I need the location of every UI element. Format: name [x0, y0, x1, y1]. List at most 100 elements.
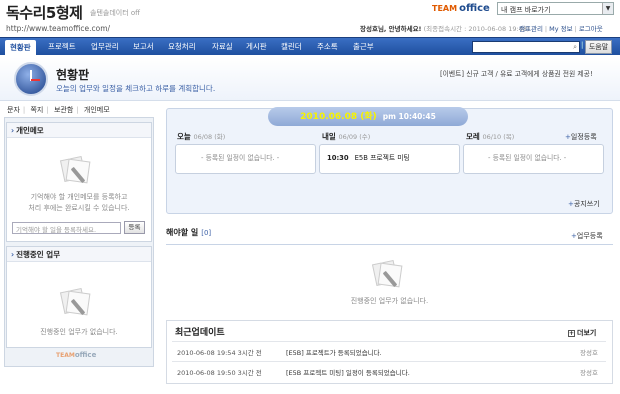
- main-nav: 현황판 프로젝트 업무관리 보고서 요청처리 자료실 게시판 캘린더 주소록 출…: [0, 37, 620, 56]
- camp-goto-value: 내 캠프 바로가기: [501, 6, 551, 14]
- divider: |: [22, 106, 26, 114]
- current-datetime: 2010.06.08 (화) pm 10:40:45: [268, 107, 468, 126]
- search-icon[interactable]: ⌕: [573, 43, 577, 52]
- divider: [172, 341, 606, 342]
- todo-title: 해야할 일: [166, 228, 199, 237]
- footer-logo: TEAMoffice: [56, 351, 96, 359]
- tab-sms[interactable]: 문자: [4, 106, 23, 114]
- memo-empty-text-2: 처리 후에는 완료시킬 수 있습니다.: [28, 204, 130, 212]
- divider: [172, 361, 606, 362]
- my-info-link[interactable]: My 정보: [549, 25, 572, 33]
- footer-logo-mark: TEAM: [56, 352, 75, 359]
- day-header-tomorrow: 내일 06/09 (수): [322, 131, 370, 142]
- camp-goto-select[interactable]: 내 캠프 바로가기 ▼: [497, 2, 614, 15]
- user-greeting: 장성호님, 안녕하세요!: [360, 25, 422, 33]
- update-datetime: 2010-06-08 19:54 3시간 전: [177, 349, 262, 357]
- logo-text: office: [459, 3, 490, 14]
- nav-item-project[interactable]: 프로젝트: [48, 38, 76, 56]
- memo-panel-header: › 개인메모: [7, 123, 151, 138]
- more-button[interactable]: + 더보기: [568, 328, 596, 338]
- day-label: 모레: [466, 132, 480, 141]
- tomorrow-event[interactable]: 10:30 E5B 프로젝트 미팅: [327, 152, 410, 162]
- day-date: 06/09 (수): [338, 133, 371, 141]
- nav-item-board[interactable]: 게시판: [246, 38, 267, 56]
- nav-item-report[interactable]: 보고서: [133, 38, 154, 56]
- day-label: 내일: [322, 132, 336, 141]
- clock-minute-hand: [31, 79, 40, 81]
- top-links: 캠프관리 | My 정보 | 로그아웃: [519, 23, 603, 33]
- todo-header: 해야할 일 [0]: [166, 227, 211, 238]
- divider: |: [574, 25, 577, 33]
- memo-empty-text-1: 기억해야 할 개인메모를 등록하고: [30, 193, 128, 201]
- work-empty-text: 진행중인 업무가 없습니다.: [40, 328, 118, 336]
- divider: |: [76, 106, 79, 114]
- plus-icon: +: [568, 330, 575, 337]
- update-datetime: 2010-06-08 19:50 3시간 전: [177, 369, 262, 377]
- page-title-bar: [0, 57, 620, 101]
- top-header: 독수리5형제 솔텐솔데이터 off http://www.teamoffice.…: [0, 0, 620, 36]
- camp-manage-link[interactable]: 캠프관리: [519, 25, 543, 33]
- empty-memo-icon: [59, 155, 92, 184]
- camp-name[interactable]: 독수리5형제: [6, 2, 83, 23]
- more-label: 더보기: [577, 329, 597, 337]
- nav-item-calendar[interactable]: 캘린더: [281, 38, 302, 56]
- memo-panel-title: 개인메모: [16, 126, 44, 135]
- add-schedule-label: 일정등록: [570, 133, 597, 141]
- todo-count: [0]: [201, 229, 212, 237]
- nav-item-request[interactable]: 요청처리: [168, 38, 196, 56]
- after-tomorrow-empty-text: - 등록된 일정이 없습니다. -: [488, 154, 567, 162]
- day-header-after-tomorrow: 모레 06/10 (목): [466, 131, 514, 142]
- update-message[interactable]: [E5B] 프로젝트가 등록되었습니다.: [286, 347, 382, 357]
- empty-todo-icon: [371, 259, 404, 288]
- day-date: 06/08 (화): [193, 133, 226, 141]
- left-tabs: 문자 | 쪽지 | 보관함 | 개인메모: [4, 103, 154, 118]
- teamoffice-logo[interactable]: TEAM office: [432, 3, 490, 14]
- work-panel-header: › 진행중인 업무: [7, 247, 151, 262]
- logo-mark: TEAM: [432, 4, 458, 13]
- event-title: E5B 프로젝트 미팅: [354, 154, 410, 162]
- page-title: 현황판: [56, 68, 90, 82]
- camp-sub-label: 솔텐솔데이터 off: [90, 9, 140, 17]
- add-schedule-link[interactable]: +일정등록: [565, 132, 597, 142]
- current-date: 2010.06.08 (화): [300, 112, 377, 122]
- recent-updates-title: 최근업데이트: [175, 328, 225, 338]
- tab-note[interactable]: 쪽지: [27, 106, 46, 114]
- nav-item-attendance[interactable]: 출근부: [353, 38, 374, 56]
- tab-archive[interactable]: 보관함: [51, 106, 76, 114]
- update-message[interactable]: [E5B 프로젝트 미팅] 일정이 등록되었습니다.: [286, 367, 410, 377]
- chevron-right-icon: ›: [11, 126, 15, 135]
- user-info: 장성호님, 안녕하세요! (최종접속시간 : 2010-06-08 19:48): [360, 23, 529, 33]
- event-notice[interactable]: [이벤트] 신규 고객 / 유료 고객에게 상품권 전원 제공!: [440, 68, 593, 78]
- divider: |: [544, 25, 548, 33]
- search-input[interactable]: ⌕: [472, 41, 580, 53]
- tab-personal-memo[interactable]: 개인메모: [81, 106, 113, 114]
- add-task-label: 업무등록: [576, 232, 603, 240]
- nav-item-dashboard[interactable]: 현황판: [5, 40, 36, 56]
- todo-empty-text: 진행중인 업무가 없습니다.: [350, 297, 429, 305]
- nav-item-tasks[interactable]: 업무관리: [91, 38, 119, 56]
- chevron-right-icon: ›: [11, 250, 15, 259]
- update-user: 장성호: [580, 349, 598, 357]
- divider: |: [46, 106, 49, 114]
- write-notice-label: 공지쓰기: [573, 200, 600, 208]
- empty-work-icon: [59, 287, 92, 316]
- clock-icon: [14, 62, 48, 96]
- camp-url[interactable]: http://www.teamoffice.com/: [6, 24, 110, 33]
- update-user: 장성호: [580, 369, 598, 377]
- nav-item-address[interactable]: 주소록: [317, 38, 338, 56]
- chevron-down-icon: ▼: [602, 3, 613, 14]
- event-time: 10:30: [327, 154, 349, 162]
- help-button[interactable]: 도움말: [585, 40, 612, 54]
- divider: [166, 244, 613, 245]
- nav-item-files[interactable]: 자료실: [212, 38, 233, 56]
- add-task-link[interactable]: +업무등록: [571, 231, 603, 241]
- day-date: 06/10 (목): [482, 133, 515, 141]
- today-empty-text: - 등록된 일정이 없습니다. -: [201, 154, 280, 162]
- memo-submit-button[interactable]: 등록: [124, 221, 145, 234]
- write-notice-link[interactable]: +공지쓰기: [568, 199, 600, 209]
- day-header-today: 오늘 06/08 (화): [177, 131, 225, 142]
- day-label: 오늘: [177, 132, 191, 141]
- work-panel-title: 진행중인 업무: [16, 250, 61, 259]
- memo-input[interactable]: 기억해야 할 일을 등록하세요.: [12, 222, 121, 234]
- logout-link[interactable]: 로그아웃: [579, 25, 603, 33]
